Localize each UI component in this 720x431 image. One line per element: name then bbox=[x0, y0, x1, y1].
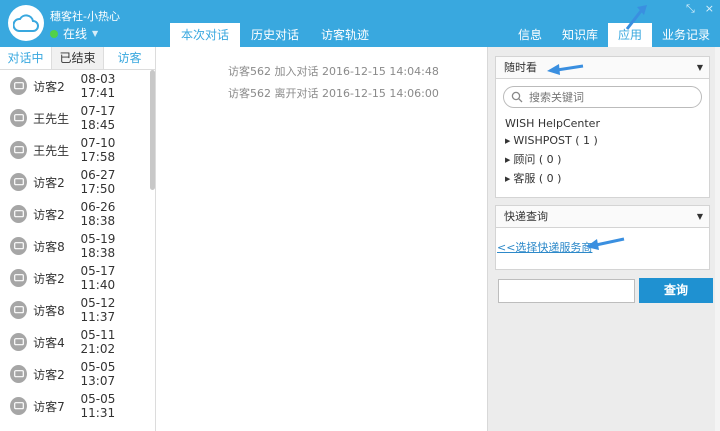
visitor-time: 08-03 17:41 bbox=[80, 72, 116, 100]
visitor-list-item[interactable]: 访客2 08-03 17:41 bbox=[0, 70, 150, 102]
category-item-support[interactable]: ▶ 客服 ( 0 ) bbox=[505, 170, 709, 187]
annotation-arrow-icon bbox=[547, 64, 584, 75]
visitor-name: 访客2 bbox=[33, 207, 65, 222]
triangle-right-icon: ▶ bbox=[505, 175, 511, 183]
chat-log-join: 访客562 加入对话 2016-12-15 14:04:48 bbox=[228, 65, 439, 78]
visitor-time: 05-12 11:37 bbox=[80, 296, 116, 324]
subtab-ended[interactable]: 已结束 bbox=[51, 47, 104, 69]
visitor-name: 访客2 bbox=[33, 367, 65, 382]
chat-bubble-icon bbox=[10, 397, 28, 415]
cloud-icon bbox=[13, 14, 39, 32]
avatar[interactable] bbox=[8, 5, 44, 41]
visitor-list-item[interactable]: 访客2 05-05 13:07 bbox=[0, 358, 150, 390]
express-query-header[interactable]: 快递查询 ▼ bbox=[496, 206, 709, 228]
chat-area: 访客562 加入对话 2016-12-15 14:04:48 访客562 离开对… bbox=[156, 47, 486, 431]
chat-bubble-icon bbox=[10, 173, 28, 191]
visitor-name: 访客2 bbox=[33, 175, 65, 190]
visitor-name: 访客8 bbox=[33, 303, 65, 318]
category-item-wishpost[interactable]: ▶ WISHPOST ( 1 ) bbox=[505, 132, 709, 149]
chat-bubble-icon bbox=[10, 333, 28, 351]
category-item-label: WISHPOST ( 1 ) bbox=[513, 134, 598, 147]
visitor-time: 07-10 17:58 bbox=[80, 136, 116, 164]
category-item-consultant[interactable]: ▶ 顾问 ( 0 ) bbox=[505, 151, 709, 168]
close-icon[interactable]: × bbox=[705, 2, 714, 16]
visitor-list-item[interactable]: 访客2 05-17 11:40 bbox=[0, 262, 150, 294]
chat-log-leave: 访客562 离开对话 2016-12-15 14:06:00 bbox=[228, 87, 439, 100]
dropdown-caret-icon: ▼ bbox=[696, 212, 703, 221]
visitor-name: 王先生 bbox=[33, 143, 70, 158]
visitor-list-item[interactable]: 王先生 07-10 17:58 bbox=[0, 134, 150, 166]
subtab-in-chat[interactable]: 对话中 bbox=[0, 47, 51, 69]
chat-bubble-icon bbox=[10, 237, 28, 255]
tab-visitor-trail[interactable]: 访客轨迹 bbox=[310, 23, 380, 47]
help-center-category[interactable]: WISH HelpCenter bbox=[505, 117, 709, 130]
knowledge-search bbox=[503, 86, 702, 108]
visitor-time: 05-17 11:40 bbox=[80, 264, 116, 292]
side-panel-tabs: 信息 知识库 应用 业务记录 bbox=[508, 23, 720, 47]
tab-business-records[interactable]: 业务记录 bbox=[652, 23, 720, 47]
category-item-label: 顾问 ( 0 ) bbox=[513, 153, 562, 166]
visitor-name: 访客4 bbox=[33, 335, 65, 350]
tracking-number-input[interactable] bbox=[498, 279, 635, 303]
visitor-list-item[interactable]: 访客8 05-12 11:37 bbox=[0, 294, 150, 326]
query-button[interactable]: 查询 bbox=[639, 278, 713, 303]
visitor-name: 访客7 bbox=[33, 399, 65, 414]
visitor-name: 访客2 bbox=[33, 271, 65, 286]
chat-bubble-icon bbox=[10, 205, 28, 223]
window-controls: ⤡ × bbox=[686, 2, 714, 16]
chat-bubble-icon bbox=[10, 109, 28, 127]
visitor-time: 06-26 18:38 bbox=[80, 200, 116, 228]
express-query-title: 快递查询 bbox=[504, 210, 548, 223]
visitor-list-item[interactable]: 访客8 05-19 18:38 bbox=[0, 230, 150, 262]
category-item-label: 客服 ( 0 ) bbox=[513, 172, 562, 185]
agent-name: 穗客社-小热心 bbox=[50, 10, 120, 23]
subtab-visitors[interactable]: 访客 bbox=[104, 47, 155, 69]
status-selector[interactable]: 在线 ▼ bbox=[50, 25, 98, 42]
visitor-list-item[interactable]: 王先生 07-17 18:45 bbox=[0, 102, 150, 134]
visitor-time: 05-05 13:07 bbox=[80, 360, 116, 388]
chat-bubble-icon bbox=[10, 77, 28, 95]
visitor-sidebar: 对话中 已结束 访客 访客2 08-03 17:41 王先生 07-17 18:45 王… bbox=[0, 47, 156, 431]
triangle-right-icon: ▶ bbox=[505, 156, 511, 164]
search-input[interactable] bbox=[527, 89, 701, 105]
instant-view-title: 随时看 bbox=[504, 61, 537, 74]
visitor-time: 07-17 18:45 bbox=[80, 104, 116, 132]
chat-bubble-icon bbox=[10, 301, 28, 319]
chat-bubble-icon bbox=[10, 269, 28, 287]
visitor-name: 访客8 bbox=[33, 239, 65, 254]
visitor-name: 访客2 bbox=[33, 79, 65, 94]
visitor-list-item[interactable]: 访客2 06-27 17:50 bbox=[0, 166, 150, 198]
chevron-down-icon: ▼ bbox=[92, 29, 99, 38]
visitor-list-item[interactable]: 访客2 06-26 18:38 bbox=[0, 198, 150, 230]
panel-scrollbar[interactable] bbox=[715, 47, 720, 431]
visitor-time: 05-19 18:38 bbox=[80, 232, 116, 260]
tab-current-chat[interactable]: 本次对话 bbox=[170, 23, 241, 47]
visitor-name: 王先生 bbox=[33, 111, 70, 126]
annotation-arrow-icon bbox=[625, 5, 647, 30]
triangle-right-icon: ▶ bbox=[505, 137, 511, 145]
visitor-list-scrollbar[interactable] bbox=[150, 70, 155, 190]
instant-view-card: 随时看 ▼ WISH HelpCenter ▶WISHPOST ( 1 ) ▶顾… bbox=[495, 56, 710, 198]
top-header: 穗客社-小热心 在线 ▼ 本次对话 历史对话 访客轨迹 ⤡ × 信息 知识库 应… bbox=[0, 0, 720, 47]
visitor-time: 05-11 21:02 bbox=[80, 328, 116, 356]
visitor-list: 访客2 08-03 17:41 王先生 07-17 18:45 王先生 07-10 17:… bbox=[0, 70, 150, 422]
online-dot-icon bbox=[50, 29, 58, 38]
tab-history-chat[interactable]: 历史对话 bbox=[240, 23, 310, 47]
visitor-time: 05-05 11:31 bbox=[80, 392, 116, 420]
instant-view-header[interactable]: 随时看 ▼ bbox=[496, 57, 709, 79]
maximize-icon[interactable]: ⤡ bbox=[686, 2, 695, 16]
chat-bubble-icon bbox=[10, 365, 28, 383]
tab-info[interactable]: 信息 bbox=[508, 23, 552, 47]
chat-bubble-icon bbox=[10, 141, 28, 159]
conversation-tabs: 本次对话 历史对话 访客轨迹 bbox=[170, 23, 380, 47]
visitor-list-item[interactable]: 访客7 05-05 11:31 bbox=[0, 390, 150, 422]
tab-knowledge-base[interactable]: 知识库 bbox=[552, 23, 608, 47]
search-icon bbox=[511, 91, 523, 103]
status-label: 在线 bbox=[63, 27, 88, 41]
visitor-list-item[interactable]: 访客4 05-11 21:02 bbox=[0, 326, 150, 358]
visitor-time: 06-27 17:50 bbox=[80, 168, 116, 196]
visitor-subtabs: 对话中 已结束 访客 bbox=[0, 47, 155, 70]
dropdown-caret-icon: ▼ bbox=[696, 63, 703, 72]
annotation-arrow-icon bbox=[586, 237, 625, 250]
